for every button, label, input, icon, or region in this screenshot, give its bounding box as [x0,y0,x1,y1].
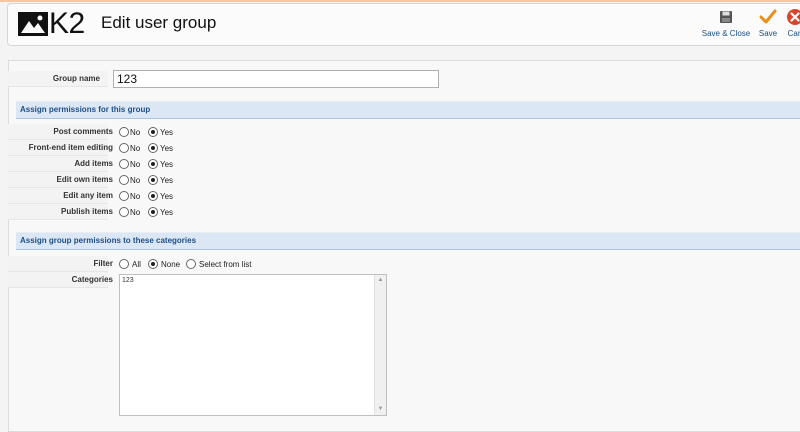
save-label: Save [758,29,778,38]
save-button[interactable]: Save [756,7,780,38]
permission-label: Publish items [60,207,113,216]
permission-yes-label: Yes [160,208,174,217]
cancel-button[interactable]: Can [785,7,800,38]
filter-label: Filter [93,259,113,268]
permission-label: Post comments [53,127,113,136]
logo-text: K2 [49,7,85,40]
permission-no-radio[interactable] [119,127,129,137]
mountain-logo-icon [18,12,48,36]
permission-yes-radio[interactable] [148,143,158,153]
permission-yes-label: Yes [160,144,174,153]
filter-none-radio[interactable] [148,259,158,269]
permission-label: Edit own items [56,175,113,184]
scroll-up-icon[interactable]: ▲ [375,275,386,286]
permission-yes-radio[interactable] [148,191,158,201]
permission-yes-label: Yes [160,128,174,137]
permissions-section-header: Assign permissions for this group [16,101,800,119]
permissions-section-title: Assign permissions for this group [20,105,151,114]
categories-section-title: Assign group permissions to these catego… [20,236,197,245]
permission-no-radio[interactable] [119,143,129,153]
filter-none-label: None [161,260,181,269]
permission-yes-radio[interactable] [148,159,158,169]
save-close-label: Save & Close [701,29,751,38]
permission-no-radio[interactable] [119,207,129,217]
permission-no-label: No [130,144,141,153]
categories-section-header: Assign group permissions to these catego… [16,232,800,250]
categories-select-list[interactable]: 123 ▲ ▼ [119,274,387,416]
permission-no-radio[interactable] [119,191,129,201]
filter-select-from-list-radio[interactable] [186,259,196,269]
categories-label: Categories [71,275,113,284]
permission-yes-radio[interactable] [148,207,158,217]
permission-no-label: No [130,176,141,185]
permission-no-radio[interactable] [119,159,129,169]
cancel-icon [785,7,800,27]
group-name-label: Group name [52,74,100,83]
permission-no-label: No [130,208,141,217]
categories-scrollbar[interactable]: ▲ ▼ [374,275,386,415]
permission-yes-radio[interactable] [148,127,158,137]
scroll-down-icon[interactable]: ▼ [375,404,386,415]
save-close-icon [701,7,751,27]
permission-yes-label: Yes [160,192,174,201]
permission-no-label: No [130,160,141,169]
permission-label: Add items [74,159,113,168]
filter-all-label: All [132,260,141,269]
page-header: K2 Edit user group Save & Close Save Ca [7,3,800,46]
filter-all-radio[interactable] [119,259,129,269]
permission-label: Front-end item editing [28,143,113,152]
page-title: Edit user group [101,13,217,32]
group-name-input[interactable] [113,70,439,88]
k2-logo: K2 [18,8,85,40]
permission-yes-label: Yes [160,160,174,169]
permission-label: Edit any item [63,191,113,200]
cancel-label: Can [787,29,800,38]
filter-select-from-list-label: Select from list [199,260,252,269]
permission-yes-radio[interactable] [148,175,158,185]
save-close-button[interactable]: Save & Close [701,7,751,38]
top-accent-line [0,0,800,2]
permission-yes-label: Yes [160,176,174,185]
category-option[interactable]: 123 [122,277,134,284]
permission-no-label: No [130,128,141,137]
checkmark-icon [756,7,780,27]
permission-no-label: No [130,192,141,201]
permission-no-radio[interactable] [119,175,129,185]
